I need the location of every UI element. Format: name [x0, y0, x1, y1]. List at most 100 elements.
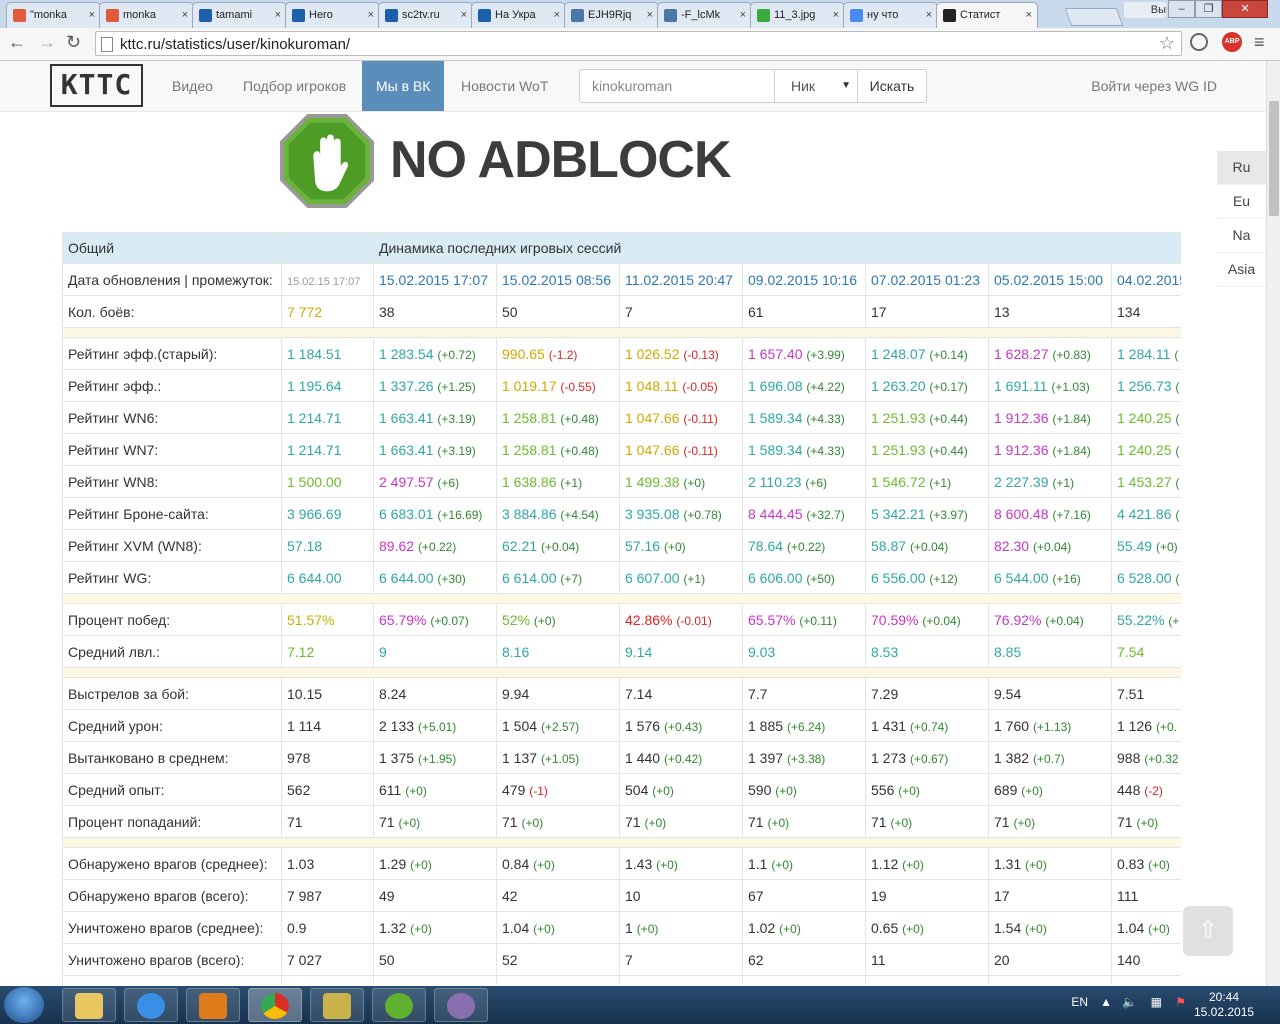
browser-tab[interactable]: -F_lcMk ×: [657, 2, 752, 28]
taskbar-ie[interactable]: [124, 988, 178, 1022]
tray-arrow-icon[interactable]: ▲: [1100, 995, 1112, 1009]
taskbar-media[interactable]: [186, 988, 240, 1022]
stat-cell: 689 (+0): [988, 773, 1112, 806]
taskbar-explorer[interactable]: [62, 988, 116, 1022]
browser-tab[interactable]: ну что ×: [843, 2, 938, 28]
session-date-link[interactable]: 04.02.2015: [1110, 263, 1181, 296]
session-date-link[interactable]: 05.02.2015 15:00: [988, 263, 1112, 296]
close-tab-icon[interactable]: ×: [740, 3, 746, 27]
page-scrollbar[interactable]: [1266, 61, 1280, 986]
nav-player-search[interactable]: Подбор игроков: [243, 61, 346, 111]
session-date-link[interactable]: 09.02.2015 10:16: [742, 263, 866, 296]
nav-vk[interactable]: Мы в ВК: [362, 61, 445, 111]
stat-delta: (+0): [683, 475, 706, 490]
browser-tab[interactable]: 11_3.jpg ×: [750, 2, 845, 28]
stat-cell: 65.57% (+0.11): [742, 603, 866, 636]
address-bar[interactable]: kttc.ru/statistics/user/kinokuroman/ ☆: [95, 31, 1182, 56]
browser-tab[interactable]: Hero ×: [285, 2, 380, 28]
session-date-link[interactable]: 11.02.2015 20:47: [619, 263, 743, 296]
profile-button[interactable]: Вы: [1124, 2, 1166, 18]
stat-value: 6 544.00: [994, 569, 1049, 586]
stat-cell: 78.64 (+0.22): [742, 529, 866, 562]
stat-cell: 7.54: [1110, 635, 1181, 668]
stat-value: 6 614.00: [502, 569, 557, 586]
browser-tab[interactable]: EJH9Rjq ×: [564, 2, 659, 28]
close-tab-icon[interactable]: ×: [182, 3, 188, 27]
bookmark-star-icon[interactable]: ☆: [1159, 33, 1175, 54]
close-tab-icon[interactable]: ×: [833, 3, 839, 27]
favicon-icon: [292, 9, 305, 22]
stat-value: 65.57%: [748, 611, 796, 628]
session-date-link[interactable]: 15.02.2015 08:56: [496, 263, 620, 296]
search-input[interactable]: [579, 69, 775, 103]
taskbar-utorrent[interactable]: [372, 988, 426, 1022]
stat-value: 65.79%: [379, 611, 427, 628]
browser-tab[interactable]: Статист ×: [936, 2, 1038, 28]
stat-cell: 17: [865, 295, 989, 328]
restore-button[interactable]: ❐: [1195, 0, 1222, 18]
stat-value: 1 248.07: [871, 345, 926, 362]
new-tab-button[interactable]: [1064, 8, 1124, 26]
stat-delta: (-2): [1144, 783, 1163, 798]
stat-value: 9.94: [502, 685, 530, 702]
network-icon[interactable]: ▦: [1151, 995, 1162, 1009]
browser-tab[interactable]: На Укра ×: [471, 2, 566, 28]
region-tab[interactable]: Ru: [1217, 151, 1266, 185]
stat-cell: 71 (+0): [373, 805, 497, 838]
stat-value: 17: [871, 303, 887, 320]
adblock-plus-icon[interactable]: ABP: [1222, 32, 1242, 52]
clock[interactable]: 20:44 15.02.2015: [1194, 990, 1254, 1020]
close-tab-icon[interactable]: ×: [89, 3, 95, 27]
scrollbar-thumb[interactable]: [1269, 101, 1279, 216]
stat-cell: 70.59% (+0.04): [865, 603, 989, 636]
menu-icon[interactable]: ≡: [1254, 32, 1265, 53]
nav-video[interactable]: Видео: [172, 61, 213, 111]
browser-tab[interactable]: sc2tv.ru ×: [378, 2, 473, 28]
region-tab[interactable]: Asia: [1217, 253, 1266, 287]
stat-delta: (+0.04): [1045, 613, 1084, 628]
volume-icon[interactable]: 🔈: [1122, 995, 1137, 1009]
close-tab-icon[interactable]: ×: [926, 3, 932, 27]
kttc-logo[interactable]: KTTC: [50, 64, 143, 107]
stat-cell: 89.62 (+0.22): [373, 529, 497, 562]
region-tab[interactable]: Na: [1217, 219, 1266, 253]
stat-cell: 111: [1110, 879, 1181, 912]
back-arrow-icon[interactable]: ←: [8, 32, 26, 53]
close-tab-icon[interactable]: ×: [368, 3, 374, 27]
stat-value: 1 240.25: [1117, 409, 1172, 426]
stat-delta: (: [1175, 379, 1180, 394]
taskbar-pidgin[interactable]: [434, 988, 488, 1022]
nav-wot-news[interactable]: Новости WoT: [461, 61, 548, 111]
region-tab[interactable]: Eu: [1217, 185, 1266, 219]
taskbar-film[interactable]: [310, 988, 364, 1022]
session-date-link[interactable]: 07.02.2015 01:23: [865, 263, 989, 296]
browser-tab[interactable]: monka ×: [99, 2, 194, 28]
stat-delta: (+7.16): [1052, 507, 1091, 522]
close-tab-icon[interactable]: ×: [1026, 3, 1032, 27]
browser-tab[interactable]: "monka ×: [6, 2, 101, 28]
close-tab-icon[interactable]: ×: [461, 3, 467, 27]
start-button[interactable]: [4, 987, 44, 1023]
minimize-button[interactable]: –: [1168, 0, 1195, 18]
stat-cell: 1 691.11 (+1.03): [988, 369, 1112, 402]
browser-tab[interactable]: tamami ×: [192, 2, 287, 28]
stat-value: 1 912.36: [994, 409, 1049, 426]
wg-login-link[interactable]: Войти через WG ID: [1091, 61, 1217, 111]
forward-arrow-icon[interactable]: →: [38, 32, 56, 53]
language-indicator[interactable]: EN: [1071, 995, 1088, 1009]
flag-icon[interactable]: ⚑: [1175, 995, 1186, 1009]
close-tab-icon[interactable]: ×: [275, 3, 281, 27]
stat-cell: 1.03: [281, 847, 374, 880]
stat-value: 8 444.45: [748, 505, 803, 522]
scroll-to-top-button[interactable]: ⇧: [1183, 906, 1233, 956]
search-button[interactable]: Искать: [857, 69, 927, 103]
search-type-select[interactable]: Ник ▼: [774, 69, 858, 103]
close-window-button[interactable]: ✕: [1222, 0, 1268, 18]
close-tab-icon[interactable]: ×: [554, 3, 560, 27]
taskbar-chrome[interactable]: [248, 988, 302, 1022]
extension-icon[interactable]: [1190, 33, 1208, 51]
reload-icon[interactable]: ↻: [66, 32, 81, 53]
session-date-link[interactable]: 15.02.2015 17:07: [373, 263, 497, 296]
close-tab-icon[interactable]: ×: [647, 3, 653, 27]
stop-hand-icon: [279, 113, 375, 209]
